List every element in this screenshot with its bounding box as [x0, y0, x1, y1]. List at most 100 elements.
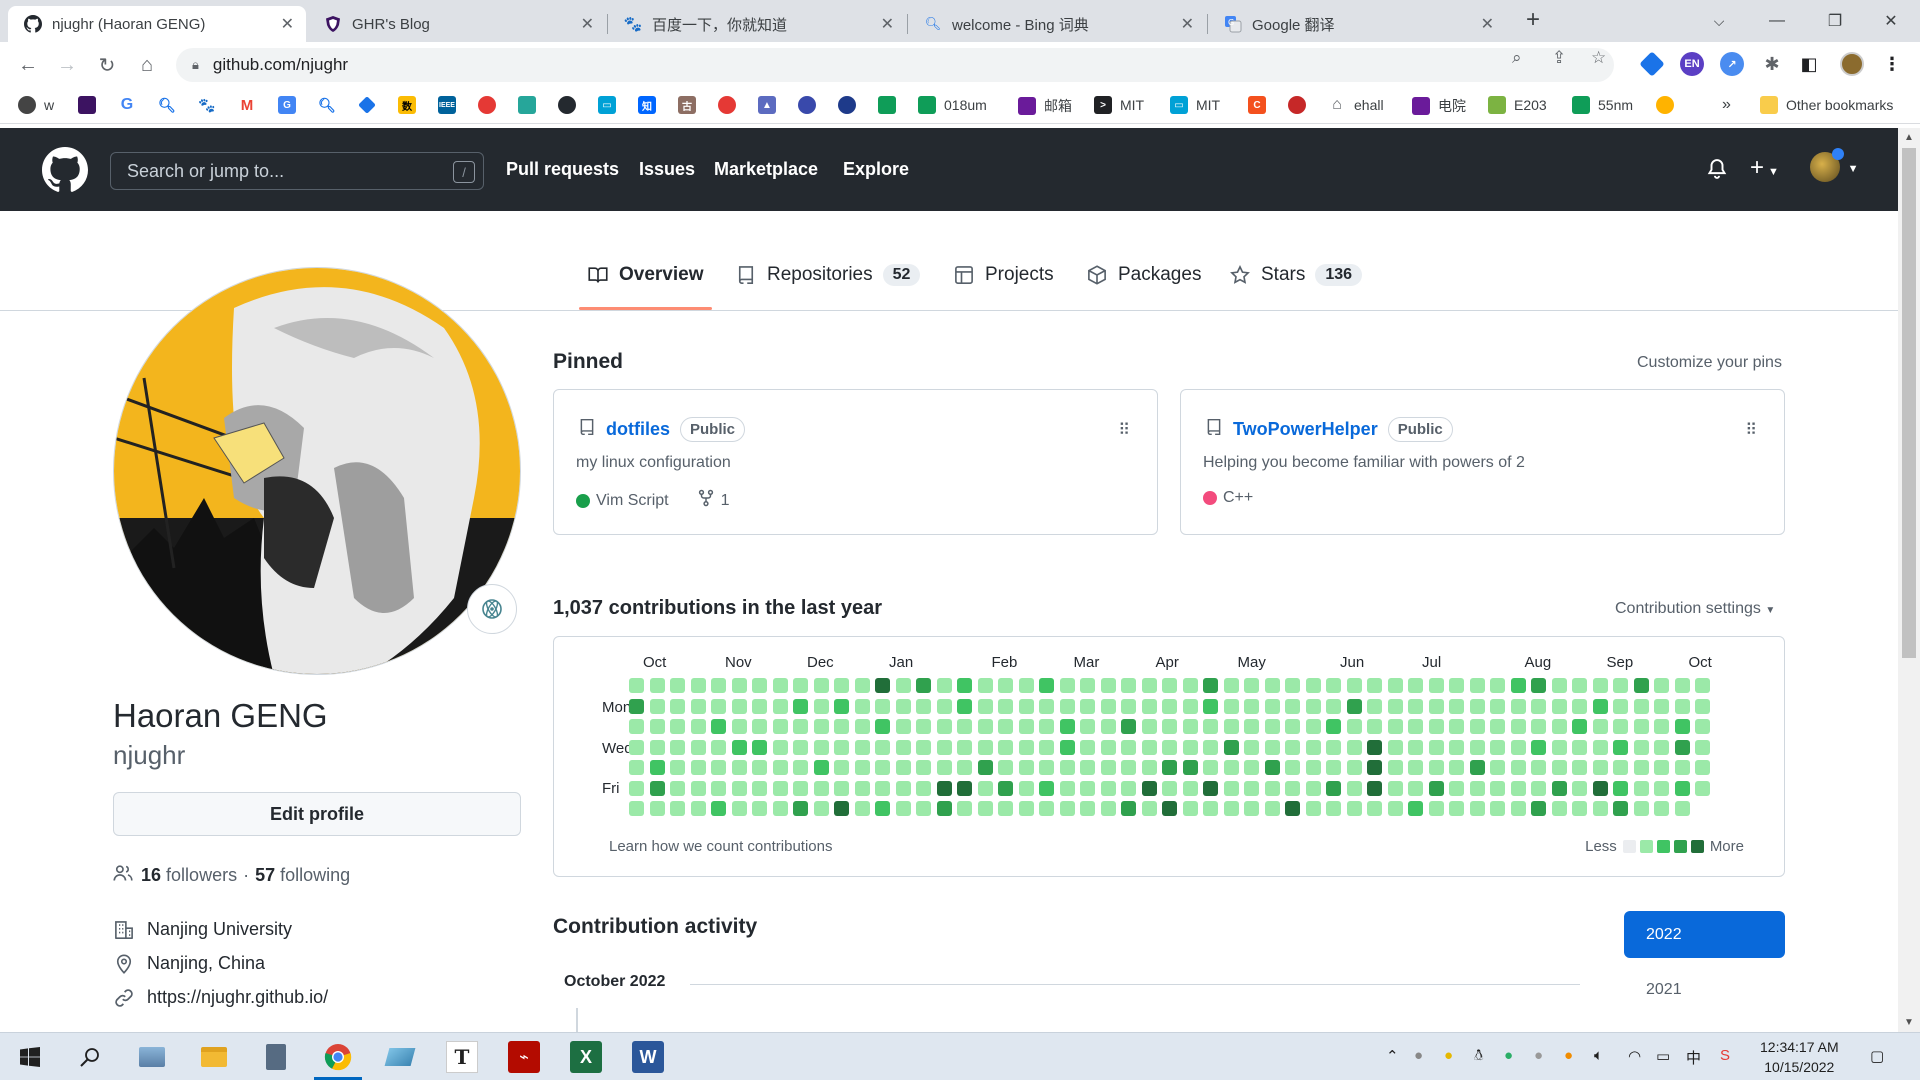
tab-bing-dict[interactable]: 🔍︎ welcome - Bing 词典 ✕ [908, 6, 1206, 42]
contribution-day-cell[interactable] [1654, 739, 1669, 755]
contribution-day-cell[interactable] [1100, 780, 1116, 796]
contribution-day-cell[interactable] [1305, 698, 1321, 714]
tray-app-icon[interactable]: ● [1414, 1047, 1423, 1064]
close-tab-icon[interactable]: ✕ [1181, 14, 1194, 34]
contribution-day-cell[interactable] [772, 719, 788, 734]
contribution-day-cell[interactable] [649, 760, 665, 775]
contribution-day-cell[interactable] [916, 780, 931, 796]
contribution-day-cell[interactable] [1510, 719, 1526, 734]
nav-marketplace[interactable]: Marketplace [714, 159, 818, 180]
contribution-day-cell[interactable] [1510, 760, 1526, 775]
bookmark-dianyuan[interactable]: 电院 [1412, 96, 1466, 116]
contribution-day-cell[interactable] [1182, 801, 1198, 816]
contribution-day-cell[interactable] [1121, 719, 1136, 734]
contribution-day-cell[interactable] [1633, 698, 1649, 714]
bookmark-zhihu[interactable]: 知 [638, 96, 664, 114]
contribution-day-cell[interactable] [1244, 698, 1259, 714]
bookmark-search-2[interactable]: 🔍︎ [318, 96, 344, 114]
customize-pins-link[interactable]: Customize your pins [1637, 354, 1782, 372]
contribution-day-cell[interactable] [1080, 698, 1095, 714]
bookmark-gmail[interactable]: M [238, 96, 264, 114]
contribution-day-cell[interactable] [629, 760, 644, 775]
contribution-day-cell[interactable] [649, 780, 665, 796]
forward-button[interactable]: → [53, 51, 81, 79]
contribution-day-cell[interactable] [1654, 760, 1669, 775]
contribution-day-cell[interactable] [1469, 678, 1485, 693]
contribution-day-cell[interactable] [1551, 719, 1567, 734]
contribution-day-cell[interactable] [1264, 760, 1280, 775]
contribution-day-cell[interactable] [916, 719, 931, 734]
contribution-day-cell[interactable] [1449, 739, 1464, 755]
contribution-day-cell[interactable] [649, 801, 665, 816]
extension-en-icon[interactable]: EN [1680, 52, 1704, 76]
contribution-day-cell[interactable] [1223, 678, 1239, 693]
contribution-day-cell[interactable] [1182, 678, 1198, 693]
learn-contributions-link[interactable]: Learn how we count contributions [609, 838, 832, 855]
tray-app-icon[interactable]: ● [1534, 1047, 1543, 1064]
contribution-day-cell[interactable] [1695, 780, 1710, 796]
tab-projects[interactable]: Projects [953, 264, 1054, 286]
contribution-day-cell[interactable] [1059, 739, 1075, 755]
contribution-day-cell[interactable] [1449, 719, 1464, 734]
contribution-day-cell[interactable] [1162, 780, 1177, 796]
contribution-day-cell[interactable] [1695, 678, 1710, 693]
contribution-day-cell[interactable] [1182, 719, 1198, 734]
contribution-day-cell[interactable] [1018, 678, 1034, 693]
contribution-day-cell[interactable] [1121, 760, 1136, 775]
bookmark-circle[interactable] [798, 96, 824, 114]
bookmark-scholar[interactable]: 数 [398, 96, 424, 114]
contribution-day-cell[interactable] [1613, 678, 1628, 693]
contribution-day-cell[interactable] [977, 719, 993, 734]
pinned-repo-name[interactable]: dotfiles [606, 419, 670, 440]
contribution-day-cell[interactable] [793, 801, 808, 816]
contribution-day-cell[interactable] [895, 719, 911, 734]
contribution-day-cell[interactable] [649, 698, 665, 714]
contribution-day-cell[interactable] [1572, 760, 1587, 775]
contribution-day-cell[interactable] [1572, 719, 1587, 734]
contribution-day-cell[interactable] [690, 678, 706, 693]
contribution-day-cell[interactable] [1326, 801, 1341, 816]
contribution-day-cell[interactable] [1223, 739, 1239, 755]
photos-app-icon[interactable] [136, 1041, 168, 1073]
contribution-day-cell[interactable] [834, 780, 849, 796]
contribution-day-cell[interactable] [1551, 698, 1567, 714]
contribution-day-cell[interactable] [793, 760, 808, 775]
address-bar[interactable]: 🔒︎ github.com/njughr [176, 48, 1614, 82]
contribution-day-cell[interactable] [629, 678, 644, 693]
tab-google-translate[interactable]: G Google 翻译 ✕ [1208, 6, 1506, 42]
contribution-day-cell[interactable] [1326, 698, 1341, 714]
contribution-day-cell[interactable] [936, 698, 952, 714]
contribution-day-cell[interactable] [1654, 780, 1669, 796]
contribution-day-cell[interactable] [854, 801, 870, 816]
contribution-day-cell[interactable] [1510, 698, 1526, 714]
new-tab-button[interactable]: + [1518, 6, 1548, 34]
contribution-day-cell[interactable] [1080, 678, 1095, 693]
contribution-day-cell[interactable] [1367, 678, 1382, 693]
contribution-day-cell[interactable] [1367, 739, 1382, 755]
contribution-day-cell[interactable] [1203, 801, 1218, 816]
share-icon[interactable]: ⇪ [1552, 48, 1566, 68]
bookmark-sheets[interactable] [878, 96, 904, 114]
contribution-day-cell[interactable] [1367, 801, 1382, 816]
contribution-day-cell[interactable] [936, 678, 952, 693]
contribution-day-cell[interactable] [957, 739, 972, 755]
bookmark-cat[interactable] [1656, 96, 1682, 114]
side-panel-icon[interactable]: ◧ [1797, 52, 1821, 76]
contribution-day-cell[interactable] [1387, 739, 1403, 755]
contribution-day-cell[interactable] [1674, 719, 1690, 734]
contribution-day-cell[interactable] [1613, 780, 1628, 796]
bookmark-018um[interactable]: 018um [918, 96, 987, 114]
wechat-tray-icon[interactable]: ● [1504, 1047, 1513, 1064]
contribution-day-cell[interactable] [670, 719, 685, 734]
contribution-day-cell[interactable] [1346, 719, 1362, 734]
set-status-button[interactable] [467, 584, 517, 634]
drag-handle-icon[interactable]: ⠿ [1118, 420, 1130, 440]
contribution-day-cell[interactable] [895, 678, 911, 693]
contribution-day-cell[interactable] [731, 678, 747, 693]
contribution-day-cell[interactable] [1449, 760, 1464, 775]
edit-profile-button[interactable]: Edit profile [113, 792, 521, 836]
contribution-day-cell[interactable] [752, 760, 767, 775]
contribution-day-cell[interactable] [1428, 780, 1444, 796]
contribution-day-cell[interactable] [1203, 678, 1218, 693]
contribution-day-cell[interactable] [1428, 801, 1444, 816]
